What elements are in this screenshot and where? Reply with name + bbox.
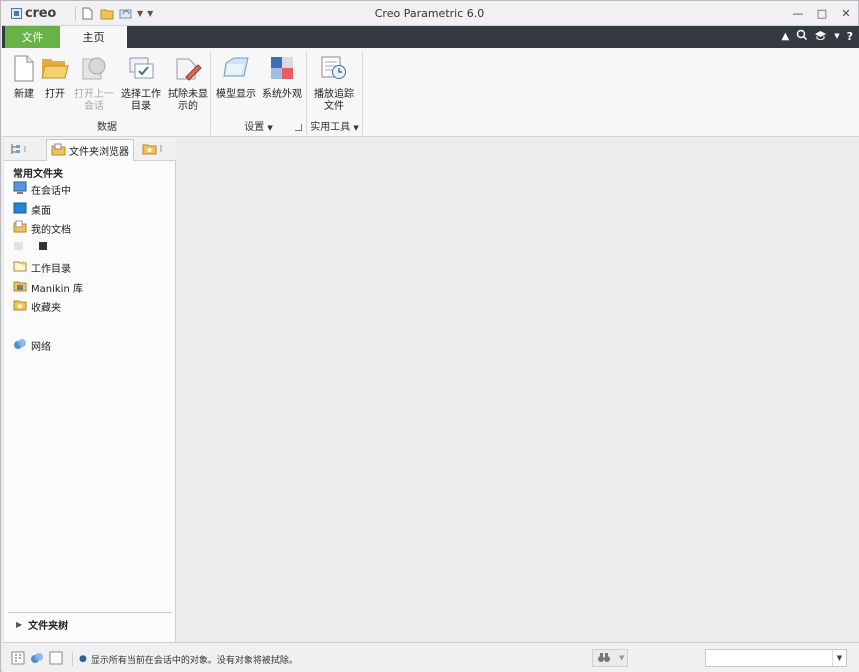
ribbon: 新建 打开 打开上一 会话 选择工作 目录 拭除未显 示的 数据 模型显示 系统… bbox=[2, 48, 859, 137]
navigator-tabs: 文件夹浏览器 bbox=[4, 137, 176, 161]
message-area: ● 显示所有当前在会话中的对象。没有对象将被拭除。 bbox=[72, 652, 298, 666]
utilities-group-label: 实用工具 bbox=[310, 122, 351, 133]
nav-item-favorites[interactable]: 收藏夹 bbox=[13, 297, 61, 315]
selection-filter-dropdown[interactable]: ▼ bbox=[705, 649, 847, 667]
system-appearance-button[interactable]: 系统外观 bbox=[260, 53, 304, 101]
play-trail-file-button[interactable]: 播放追踪 文件 bbox=[312, 53, 356, 113]
fullscreen-icon[interactable] bbox=[48, 650, 64, 666]
erase-not-displayed-button[interactable]: 拭除未显 示的 bbox=[166, 53, 210, 113]
desktop-icon bbox=[13, 202, 27, 217]
ribbon-group-utilities: 播放追踪 文件 实用工具 ▼ bbox=[307, 51, 363, 135]
open-folder-icon bbox=[40, 53, 70, 83]
tab-folder-browser[interactable]: 文件夹浏览器 bbox=[46, 139, 134, 161]
tab-model-tree[interactable] bbox=[6, 139, 34, 161]
title-bar: creo ▼ ▼ Creo Parametric 6.0 — □ ✕ bbox=[1, 1, 858, 26]
monitor-icon bbox=[13, 181, 27, 197]
minimize-ribbon-icon[interactable]: ▲ bbox=[782, 31, 790, 42]
tab-file[interactable]: 文件 bbox=[5, 26, 60, 48]
status-message: 显示所有当前在会话中的对象。没有对象将被拭除。 bbox=[90, 655, 298, 666]
open-last-session-button[interactable]: 打开上一 会话 bbox=[72, 53, 116, 113]
open-last-session-label: 打开上一 会话 bbox=[74, 89, 114, 112]
settings-group-menu[interactable]: 设置 ▼ bbox=[211, 118, 306, 133]
documents-folder-icon bbox=[13, 220, 27, 236]
network-icon bbox=[13, 338, 27, 353]
nav-item-in-session[interactable]: 在会话中 bbox=[13, 180, 71, 198]
eraser-icon bbox=[173, 53, 203, 83]
find-dropdown-icon[interactable]: ▼ bbox=[619, 654, 624, 662]
model-display-icon bbox=[221, 53, 251, 83]
nav-item-label: 收藏夹 bbox=[31, 302, 61, 314]
drive-icon bbox=[13, 240, 49, 255]
play-trail-label: 播放追踪 文件 bbox=[314, 89, 354, 112]
nav-item-my-documents[interactable]: 我的文档 bbox=[13, 219, 71, 237]
system-appearance-label: 系统外观 bbox=[262, 89, 302, 100]
search-icon[interactable] bbox=[796, 29, 808, 43]
graphics-area[interactable] bbox=[177, 137, 859, 642]
play-trail-icon bbox=[319, 53, 349, 83]
folder-tree-label: 文件夹树 bbox=[28, 621, 69, 632]
binoculars-icon bbox=[597, 651, 611, 666]
open-last-session-icon bbox=[79, 53, 109, 83]
library-folder-icon bbox=[13, 279, 27, 295]
help-icon[interactable]: ? bbox=[847, 30, 853, 43]
app-window: creo ▼ ▼ Creo Parametric 6.0 — □ ✕ 文件 主页… bbox=[0, 0, 859, 672]
system-appearance-icon bbox=[267, 53, 297, 83]
nav-item-working-directory[interactable]: 工作目录 bbox=[13, 258, 71, 276]
learning-connector-icon[interactable] bbox=[814, 30, 827, 43]
common-folders-heading: 常用文件夹 bbox=[13, 169, 63, 180]
nav-item-unnamed[interactable] bbox=[13, 238, 53, 256]
tab-home[interactable]: 主页 bbox=[60, 26, 127, 48]
chevron-down-icon: ▼ bbox=[267, 124, 273, 132]
navigator-panel: 文件夹浏览器 常用文件夹 在会话中 桌面 我的文档 工作目录 Manikin 库… bbox=[4, 137, 176, 642]
ribbon-tab-bar: 文件 主页 ▲ ▼ ? bbox=[2, 26, 859, 48]
favorites-folder-icon bbox=[13, 298, 27, 314]
select-working-directory-button[interactable]: 选择工作 目录 bbox=[119, 53, 163, 113]
window-controls: — □ ✕ bbox=[786, 1, 858, 25]
working-directory-icon bbox=[13, 259, 27, 275]
data-group-label: 数据 bbox=[97, 122, 117, 133]
open-label: 打开 bbox=[45, 89, 65, 100]
utilities-group-menu[interactable]: 实用工具 ▼ bbox=[307, 118, 362, 133]
learning-dropdown-icon[interactable]: ▼ bbox=[834, 32, 839, 40]
folder-browser-tab-label: 文件夹浏览器 bbox=[69, 147, 129, 158]
window-title: Creo Parametric 6.0 bbox=[374, 7, 485, 20]
nav-item-desktop[interactable]: 桌面 bbox=[13, 200, 51, 218]
ribbon-group-settings: 模型显示 系统外观 设置 ▼ bbox=[211, 51, 307, 135]
new-label: 新建 bbox=[14, 89, 34, 100]
chevron-right-icon: ▶ bbox=[16, 620, 23, 629]
nav-item-label: 我的文档 bbox=[31, 224, 71, 236]
nav-item-label: Manikin 库 bbox=[31, 283, 83, 295]
close-button[interactable]: ✕ bbox=[834, 1, 858, 25]
select-working-directory-label: 选择工作 目录 bbox=[121, 89, 161, 112]
open-button[interactable]: 打开 bbox=[33, 53, 77, 101]
model-display-label: 模型显示 bbox=[216, 89, 256, 100]
folder-tree-toggle[interactable]: ▶ 文件夹树 bbox=[8, 612, 172, 636]
settings-group-label: 设置 bbox=[244, 122, 265, 133]
browser-toggle-icon[interactable] bbox=[29, 650, 45, 666]
navigator-toggle-icon[interactable] bbox=[10, 650, 26, 666]
ribbon-right-controls: ▲ ▼ ? bbox=[782, 29, 853, 43]
nav-item-label: 桌面 bbox=[31, 205, 51, 217]
nav-item-label: 网络 bbox=[31, 341, 51, 353]
select-working-directory-icon bbox=[126, 53, 156, 83]
info-bullet-icon: ● bbox=[79, 654, 87, 664]
model-display-button[interactable]: 模型显示 bbox=[214, 53, 258, 101]
settings-dialog-launcher-icon[interactable] bbox=[295, 124, 302, 131]
maximize-button[interactable]: □ bbox=[810, 1, 834, 25]
nav-item-network[interactable]: 网络 bbox=[13, 336, 51, 354]
nav-item-manikin-library[interactable]: Manikin 库 bbox=[13, 278, 83, 296]
minimize-button[interactable]: — bbox=[786, 1, 810, 25]
favorites-icon bbox=[142, 142, 166, 158]
find-button[interactable]: ▼ bbox=[592, 649, 628, 667]
tab-favorites[interactable] bbox=[138, 139, 170, 161]
nav-item-label: 在会话中 bbox=[31, 185, 71, 197]
folder-browser-icon bbox=[51, 143, 66, 159]
erase-not-displayed-label: 拭除未显 示的 bbox=[168, 89, 208, 112]
chevron-down-icon[interactable]: ▼ bbox=[832, 650, 846, 666]
chevron-down-icon: ▼ bbox=[353, 124, 359, 132]
status-bar: ● 显示所有当前在会话中的对象。没有对象将被拭除。 ▼ ▼ bbox=[2, 642, 859, 672]
nav-item-label: 工作目录 bbox=[31, 263, 71, 275]
ribbon-group-data: 新建 打开 打开上一 会话 选择工作 目录 拭除未显 示的 数据 bbox=[4, 51, 211, 135]
model-tree-icon bbox=[10, 143, 30, 158]
